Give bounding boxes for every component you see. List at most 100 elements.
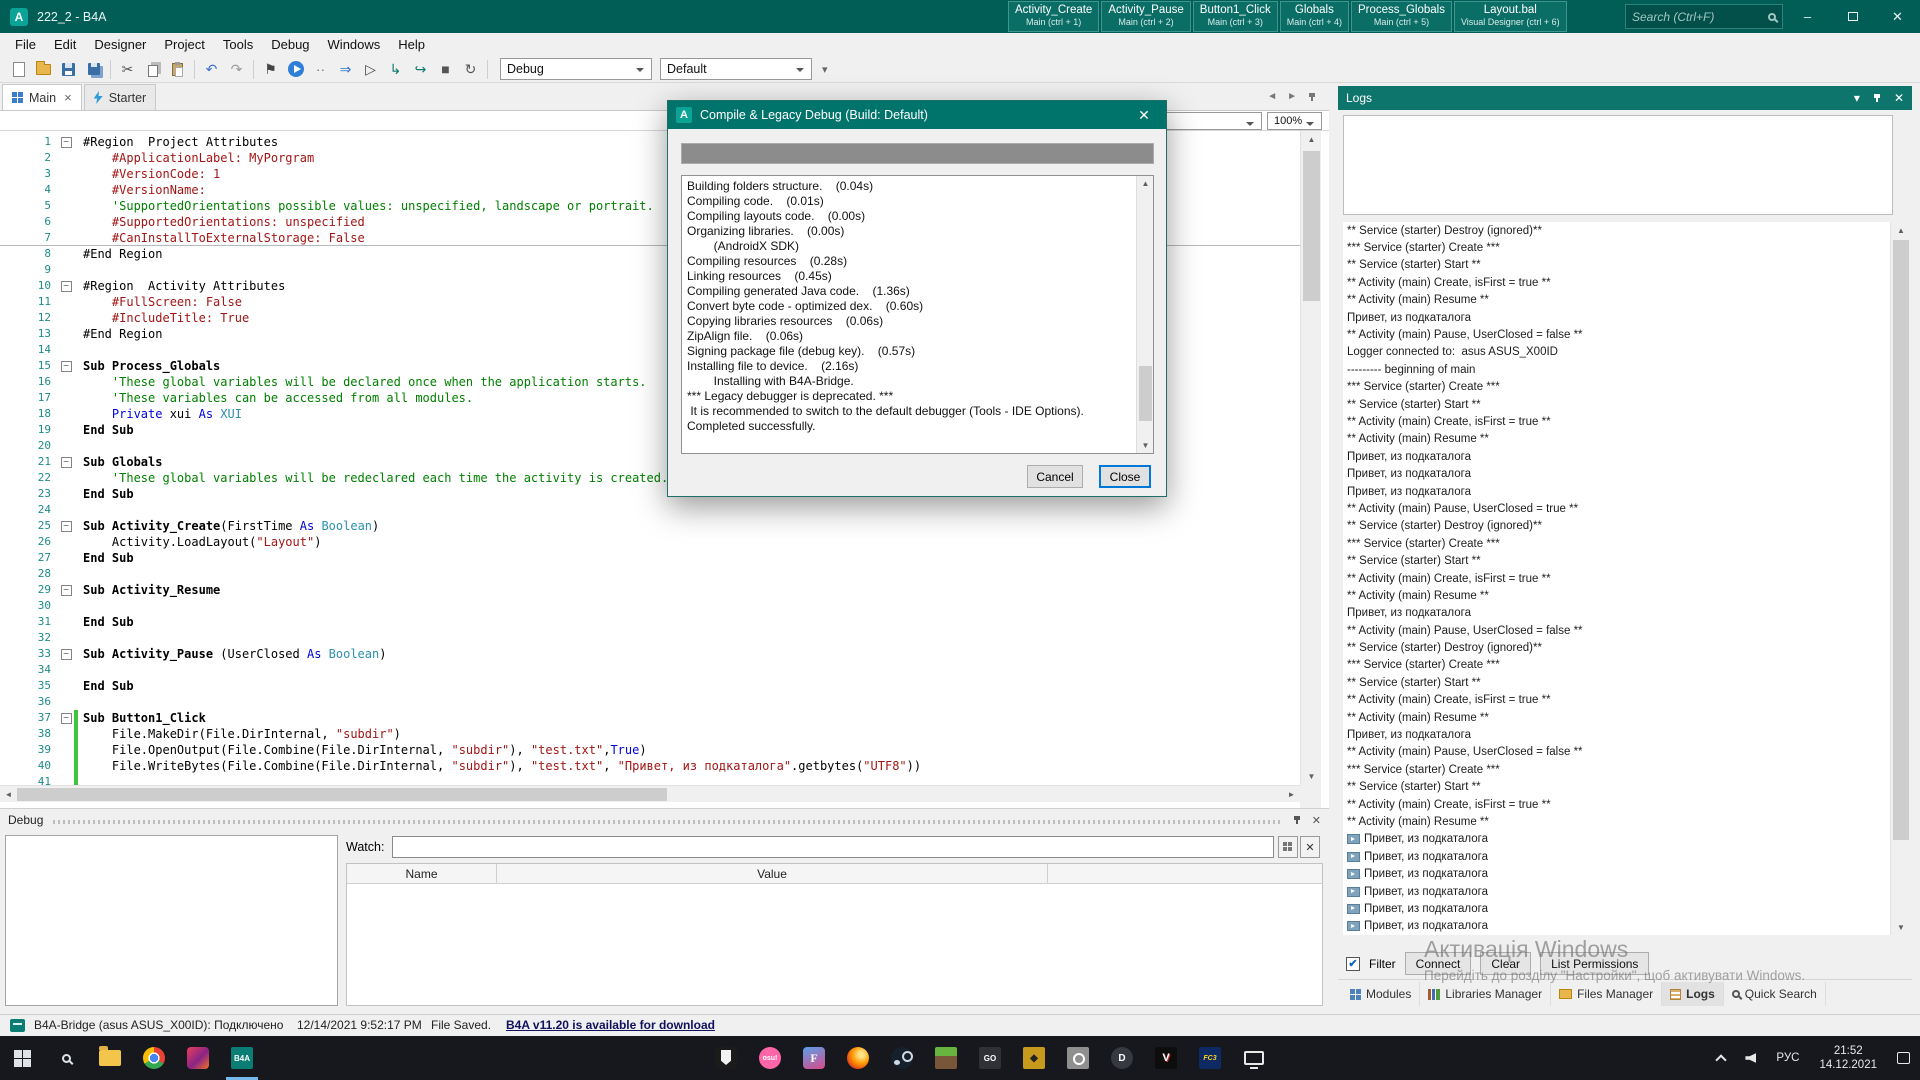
log-entry[interactable]: ** Activity (main) Create, isFirst = tru… (1343, 413, 1890, 430)
log-entry[interactable]: *** Service (starter) Create *** (1343, 379, 1890, 396)
cancel-button[interactable]: Cancel (1027, 465, 1083, 488)
window-menu-icon[interactable]: ▾ (1854, 91, 1860, 105)
fold-toggle-icon[interactable]: − (61, 713, 72, 724)
toolbar-button-breakpoints[interactable]: ·· (308, 57, 333, 81)
tab-main[interactable]: Main× (2, 84, 82, 110)
toolbar-button-step-into[interactable]: ↳ (383, 57, 408, 81)
log-entry[interactable]: Привет, из подкаталога (1343, 483, 1890, 500)
toolbar-button-new-file[interactable] (6, 57, 31, 81)
farcry3-button[interactable]: FC3 (1188, 1036, 1232, 1080)
gray-app-button[interactable] (1056, 1036, 1100, 1080)
watch-input[interactable] (392, 836, 1274, 858)
tab-logs[interactable]: Logs (1662, 982, 1724, 1006)
toolbar-button-compile-run[interactable] (283, 57, 308, 81)
log-entry[interactable]: Привет, из подкаталога (1343, 918, 1890, 935)
log-entry[interactable]: ** Activity (main) Pause, UserClosed = t… (1343, 500, 1890, 517)
menu-item-windows[interactable]: Windows (319, 35, 390, 54)
tab-modules[interactable]: Modules (1342, 982, 1420, 1006)
connect-button[interactable]: Connect (1405, 952, 1472, 975)
log-entry[interactable]: ** Service (starter) Start ** (1343, 396, 1890, 413)
v-app-button[interactable]: V (1144, 1036, 1188, 1080)
steam-button[interactable] (880, 1036, 924, 1080)
taskbar-search-button[interactable] (44, 1036, 88, 1080)
filter-checkbox[interactable] (1346, 957, 1360, 971)
zoom-combo[interactable]: 100% (1267, 112, 1322, 130)
quick-button-process_globals[interactable]: Process_GlobalsMain (ctrl + 5) (1351, 1, 1452, 32)
log-entry[interactable]: ** Activity (main) Create, isFirst = tru… (1343, 692, 1890, 709)
b4a-button[interactable]: B4A (220, 1036, 264, 1080)
firefox-button[interactable] (836, 1036, 880, 1080)
log-entry[interactable]: ** Activity (main) Pause, UserClosed = f… (1343, 622, 1890, 639)
log-entry[interactable]: ** Activity (main) Pause, UserClosed = f… (1343, 744, 1890, 761)
toolbar-button-step-over[interactable]: ↪ (408, 57, 433, 81)
menu-item-project[interactable]: Project (155, 35, 213, 54)
scroll-up-icon[interactable]: ▲ (1891, 222, 1911, 238)
notification-center-button[interactable] (1887, 1036, 1920, 1080)
scrollbar-thumb[interactable] (1139, 366, 1152, 421)
toolbar-button-bookmark[interactable]: ⚑ (258, 57, 283, 81)
close-icon[interactable]: ✕ (1312, 814, 1321, 827)
editor-vertical-scrollbar[interactable]: ▲ ▼ (1300, 131, 1321, 785)
discord-button[interactable]: D (1100, 1036, 1144, 1080)
debug-locals-box[interactable] (5, 835, 338, 1006)
menu-item-edit[interactable]: Edit (45, 35, 85, 54)
log-entry[interactable]: Привет, из подкаталога (1343, 605, 1890, 622)
log-entry[interactable]: Привет, из подкаталога (1343, 865, 1890, 882)
log-list[interactable]: ** Service (starter) Destroy (ignored)**… (1343, 222, 1890, 935)
log-entry[interactable]: ** Service (starter) Destroy (ignored)** (1343, 518, 1890, 535)
language-indicator[interactable]: РУС (1766, 1036, 1809, 1080)
dialog-scrollbar[interactable]: ▲ ▼ (1136, 176, 1153, 453)
pin-icon[interactable] (1872, 93, 1882, 103)
log-entry[interactable]: ** Activity (main) Resume ** (1343, 709, 1890, 726)
close-button[interactable]: ✕ (1875, 0, 1920, 33)
quick-button-globals[interactable]: GlobalsMain (ctrl + 4) (1280, 1, 1349, 32)
fold-toggle-icon[interactable]: − (61, 137, 72, 148)
fold-toggle-icon[interactable]: − (61, 585, 72, 596)
menu-item-tools[interactable]: Tools (214, 35, 262, 54)
watch-clear-button[interactable]: ✕ (1300, 836, 1320, 858)
chrome-button[interactable] (132, 1036, 176, 1080)
tab-starter[interactable]: Starter (84, 84, 157, 110)
debug-mode-combo[interactable]: Debug (500, 58, 652, 80)
log-entry[interactable]: ** Activity (main) Resume ** (1343, 813, 1890, 830)
gold-game-button[interactable]: ◆ (1012, 1036, 1056, 1080)
menu-item-designer[interactable]: Designer (85, 35, 155, 54)
volume-button[interactable] (1735, 1036, 1766, 1080)
fold-toggle-icon[interactable]: − (61, 457, 72, 468)
log-entry[interactable]: ** Service (starter) Destroy (ignored)** (1343, 639, 1890, 656)
toolbar-button-restart[interactable]: ↻ (458, 57, 483, 81)
menu-item-debug[interactable]: Debug (262, 35, 318, 54)
scrollbar-thumb[interactable] (1893, 240, 1909, 840)
start-button[interactable] (0, 1036, 44, 1080)
quick-button-layout.bal[interactable]: Layout.balVisual Designer (ctrl + 6) (1454, 1, 1567, 32)
tab-quick-search[interactable]: Quick Search (1724, 982, 1826, 1006)
scroll-up-icon[interactable]: ▲ (1137, 176, 1154, 191)
file-explorer-button[interactable] (88, 1036, 132, 1080)
epic-games-button[interactable] (704, 1036, 748, 1080)
log-entry[interactable]: ** Service (starter) Start ** (1343, 257, 1890, 274)
scrollbar-thumb[interactable] (1303, 151, 1320, 301)
menu-item-help[interactable]: Help (389, 35, 434, 54)
log-entry[interactable]: ** Service (starter) Start ** (1343, 779, 1890, 796)
watch-table[interactable]: Name Value (346, 863, 1323, 1006)
log-entry[interactable]: ** Activity (main) Create, isFirst = tru… (1343, 796, 1890, 813)
logs-scrollbar[interactable]: ▲ ▼ (1890, 222, 1910, 935)
log-entry[interactable]: ** Activity (main) Create, isFirst = tru… (1343, 570, 1890, 587)
log-entry[interactable]: ** Activity (main) Resume ** (1343, 587, 1890, 604)
scroll-down-icon[interactable]: ▼ (1301, 768, 1322, 785)
log-entry[interactable]: ** Activity (main) Resume ** (1343, 292, 1890, 309)
quick-button-activity_pause[interactable]: Activity_PauseMain (ctrl + 2) (1101, 1, 1190, 32)
toolbar-button-cut[interactable]: ✂ (115, 57, 140, 81)
toolbar-button-resume[interactable]: ⇒ (333, 57, 358, 81)
log-entry[interactable]: ** Activity (main) Resume ** (1343, 431, 1890, 448)
toolbar-button-open-project[interactable] (31, 57, 56, 81)
toolbar-button-paste[interactable] (165, 57, 190, 81)
maximize-button[interactable] (1830, 0, 1875, 33)
log-entry[interactable]: Привет, из подкаталога (1343, 465, 1890, 482)
quick-button-activity_create[interactable]: Activity_CreateMain (ctrl + 1) (1008, 1, 1099, 32)
screen-cast-button[interactable] (1232, 1036, 1276, 1080)
fold-toggle-icon[interactable]: − (61, 281, 72, 292)
log-entry[interactable]: Logger connected to: asus ASUS_X00ID (1343, 344, 1890, 361)
csgo-button[interactable]: GO (968, 1036, 1012, 1080)
toolbar-button-save-all[interactable] (81, 57, 106, 81)
